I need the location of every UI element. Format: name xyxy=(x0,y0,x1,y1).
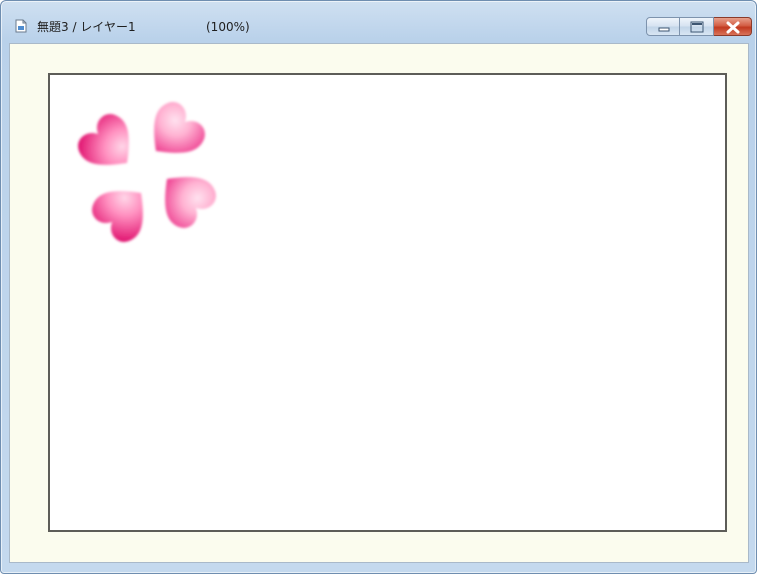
close-button[interactable] xyxy=(714,17,752,36)
minimize-icon xyxy=(658,27,670,32)
title-bar[interactable]: 無題3 / レイヤー1 (100%) xyxy=(1,1,756,39)
maximize-icon xyxy=(690,21,704,33)
close-icon xyxy=(726,21,740,34)
window-title: 無題3 / レイヤー1 xyxy=(37,20,136,34)
image-document-window: 無題3 / レイヤー1 (100%) xyxy=(0,0,757,574)
minimize-button[interactable] xyxy=(646,17,680,36)
zoom-level: (100%) xyxy=(206,20,250,34)
heart-clover-image xyxy=(72,99,222,247)
maximize-button[interactable] xyxy=(680,17,714,36)
caption-buttons xyxy=(646,17,752,38)
document-icon[interactable] xyxy=(15,18,27,33)
